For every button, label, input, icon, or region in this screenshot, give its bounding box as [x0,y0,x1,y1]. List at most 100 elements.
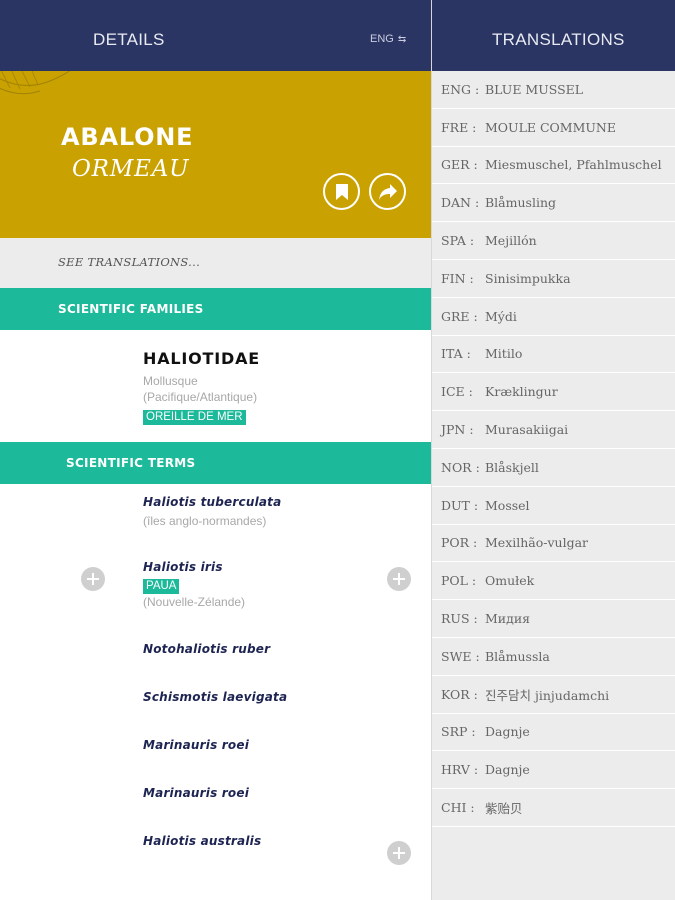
translation-row[interactable]: ITA : Mitilo [432,336,675,374]
bookmark-button[interactable] [323,173,360,210]
term-name: Haliotis tuberculata [143,495,282,509]
see-translations-label: SEE TRANSLATIONS... [58,255,201,269]
translations-header: TRANSLATIONS [432,0,675,71]
details-panel: DETAILS ENG ⇆ ABALONE ORMEAU SEE TRANSLA… [0,0,431,900]
share-button[interactable] [369,173,406,210]
term-item[interactable]: Haliotis iris PAUA (Nouvelle-Zélande) [143,560,245,610]
family-entry[interactable]: HALIOTIDAE Mollusque (Pacifique/Atlantiq… [143,349,260,425]
term-item[interactable]: Notohaliotis ruber [143,642,270,656]
term-name: Schismotis laevigata [143,690,288,704]
translation-text: Miesmuschel, Pfahlmuschel [485,157,662,173]
translation-language-code: GER : [441,157,478,173]
family-name: HALIOTIDAE [143,349,260,368]
translation-language-code: POL : [441,573,477,589]
translation-language-code: POR : [441,535,478,551]
translation-text: Murasakiigai [485,422,569,438]
scientific-terms-label: SCIENTIFIC TERMS [66,456,196,470]
translation-language-code: CHI : [441,800,475,816]
translation-row[interactable]: JPN : Murasakiigai [432,411,675,449]
fish-illustration-icon [0,71,71,95]
translation-language-code: DUT : [441,497,479,513]
translation-text: Dagnje [485,762,530,778]
term-name: Haliotis iris [143,560,223,574]
translation-row[interactable]: GER : Miesmuschel, Pfahlmuschel [432,147,675,185]
translation-row[interactable]: RUS : Мидия [432,600,675,638]
translation-row[interactable]: ENG : BLUE MUSSEL [432,71,675,109]
scientific-families-label: SCIENTIFIC FAMILIES [58,302,204,316]
translation-text: Sinisimpukka [485,270,571,286]
species-hero: ABALONE ORMEAU [0,71,431,238]
translation-row[interactable]: SPA : Mejillón [432,222,675,260]
translation-row[interactable]: FIN : Sinisimpukka [432,260,675,298]
translation-language-code: FRE : [441,119,477,135]
translation-text: 진주담치 jinjudamchi [485,687,610,703]
translation-text: Mejillón [485,233,537,249]
term-note: (îles anglo-normandes) [143,514,267,528]
translation-text: Mitilo [485,346,523,362]
translation-language-code: GRE : [441,308,478,324]
translation-row[interactable]: FRE : MOULE COMMUNE [432,109,675,147]
term-note: (Nouvelle-Zélande) [143,595,246,609]
term-item[interactable]: Haliotis tuberculata (îles anglo-normand… [143,495,281,529]
translation-row[interactable]: GRE : Mýdi [432,298,675,336]
translation-row[interactable]: HRV : Dagnje [432,751,675,790]
expand-plus-icon[interactable] [387,567,411,591]
expand-plus-icon[interactable] [81,567,105,591]
translation-row[interactable]: CHI : 紫贻贝 [432,789,675,827]
swap-icon: ⇆ [397,34,407,45]
translation-language-code: DAN : [441,195,480,211]
scientific-terms-header: SCIENTIFIC TERMS [0,442,431,484]
translations-list: ENG : BLUE MUSSEL FRE : MOULE COMMUNE GER … [432,71,675,827]
scientific-families-header: SCIENTIFIC FAMILIES [0,288,431,330]
translation-text: Kræklingur [485,384,558,400]
translation-row[interactable]: POR : Mexilhão-vulgar [432,525,675,563]
translation-row[interactable]: SWE : Blåmussla [432,638,675,676]
translation-language-code: RUS : [441,611,478,627]
term-name: Haliotis australis [143,834,262,848]
share-icon [378,183,397,200]
translation-text: Мидия [485,611,531,627]
translation-row[interactable]: KOR : 진주담치 jinjudamchi [432,676,675,714]
language-toggle[interactable]: ENG ⇆ [370,33,406,45]
translation-language-code: SRP : [441,724,476,740]
translation-row[interactable]: DAN : Blåmusling [432,184,675,223]
family-common-name-tag: OREILLE DE MER [143,410,246,425]
translation-text: Mýdi [485,308,517,324]
translation-row[interactable]: SRP : Dagnje [432,714,675,752]
translation-language-code: ENG : [441,81,480,97]
term-item[interactable]: Marinauris roei [143,738,249,752]
translation-text: Mexilhão-vulgar [485,535,589,551]
translation-row[interactable]: NOR : Blåskjell [432,449,675,487]
species-french-name: ORMEAU [72,156,190,182]
language-code: ENG [370,33,394,45]
translation-row[interactable]: POL : Omułek [432,562,675,601]
translations-panel: TRANSLATIONS ENG : BLUE MUSSEL FRE : MOULE… [431,0,675,900]
translations-title: TRANSLATIONS [492,30,625,49]
translation-row[interactable]: ICE : Kræklingur [432,373,675,412]
translation-row[interactable]: DUT : Mossel [432,487,675,525]
term-tag: PAUA [143,579,180,594]
term-name: Notohaliotis ruber [143,642,271,656]
expand-plus-icon[interactable] [387,841,411,865]
term-name: Marinauris roei [143,786,250,800]
translation-language-code: NOR : [441,459,480,475]
translation-text: MOULE COMMUNE [485,119,616,135]
translation-text: Blåmussla [485,648,550,664]
term-item[interactable]: Schismotis laevigata [143,690,287,704]
family-region: (Pacifique/Atlantique) [143,390,258,404]
translation-language-code: ITA : [441,346,471,362]
translation-language-code: JPN : [441,422,474,438]
term-item[interactable]: Haliotis australis [143,834,261,848]
translation-text: 紫贻贝 [485,801,523,817]
translation-text: Dagnje [485,724,530,740]
see-translations-link[interactable]: SEE TRANSLATIONS... [0,238,431,288]
translation-text: Blåmusling [485,195,557,211]
details-header: DETAILS ENG ⇆ [0,0,431,71]
term-name: Marinauris roei [143,738,250,752]
term-item[interactable]: Marinauris roei [143,786,249,800]
translation-language-code: HRV : [441,762,479,778]
translation-language-code: SPA : [441,233,475,249]
translation-text: Mossel [485,497,530,513]
translation-language-code: FIN : [441,270,474,286]
family-type: Mollusque [143,374,198,388]
